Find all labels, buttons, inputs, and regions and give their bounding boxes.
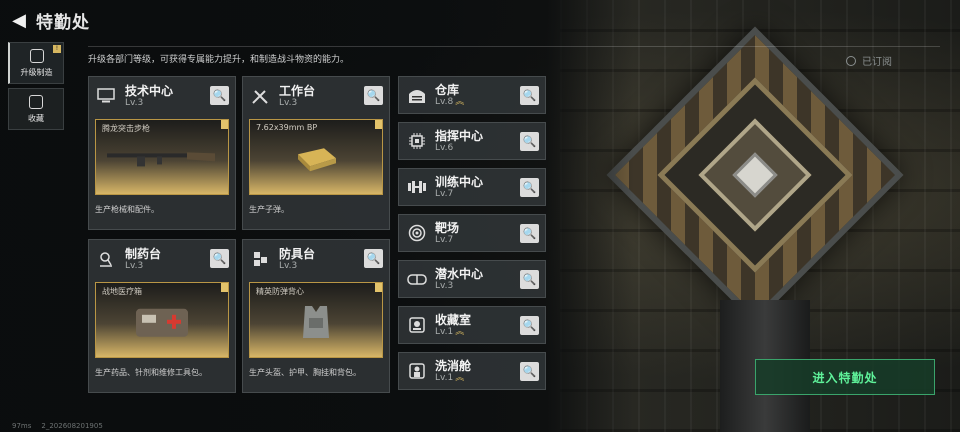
search-icon[interactable]: 🔍 (520, 316, 539, 335)
dept-decon-chamber[interactable]: 洗消舱 Lv.1 ︽ 🔍 (398, 352, 546, 390)
subscribed-status: 已订阅 (846, 53, 892, 68)
dept-warehouse[interactable]: 仓库 Lv.8 ︽ 🔍 (398, 76, 546, 114)
product-name: 精英防弹背心 (256, 287, 304, 296)
dept-name: 收藏室 (435, 312, 472, 327)
dept-name: 仓库 (435, 82, 460, 97)
subscribed-icon (846, 55, 856, 66)
dept-level: Lv.3 (435, 280, 454, 291)
dumbbell-icon (405, 176, 429, 198)
card-tech-center[interactable]: 技术中心 Lv.3 🔍 腾龙突击步枪 生产枪械和配件。 (88, 76, 236, 230)
product-slot[interactable]: 7.62x39mm BP (249, 119, 383, 195)
search-icon[interactable]: 🔍 (520, 132, 539, 151)
upgrade-available-icon: ︽ (455, 96, 465, 107)
card-name: 技术中心 (125, 83, 174, 98)
card-level: Lv.3 (279, 97, 298, 108)
dept-training-center[interactable]: 训练中心 Lv.7 🔍 (398, 168, 546, 206)
card-name: 防具台 (279, 246, 316, 261)
product-name: 腾龙突击步枪 (102, 124, 150, 133)
dept-level: Lv.1 (435, 326, 454, 337)
ping-readout: 97ms (12, 422, 32, 430)
dept-name: 靶场 (435, 220, 460, 235)
diving-icon (405, 268, 429, 290)
card-level: Lv.3 (279, 260, 298, 271)
upgrade-available-icon: ︽ (455, 326, 465, 337)
card-description: 生产药品、针剂和维修工具包。 (95, 368, 207, 377)
left-sidebar: 升级制造 ! 收藏 (8, 42, 64, 134)
armor-icon (249, 248, 271, 270)
card-level: Lv.3 (125, 97, 144, 108)
notice-flag: ! (53, 45, 61, 53)
status-footer: 97ms 2_202608201905 (12, 422, 103, 430)
collection-icon (29, 94, 43, 109)
dept-level: Lv.1 (435, 372, 454, 383)
dept-name: 指挥中心 (435, 128, 484, 143)
card-workbench[interactable]: 工作台 Lv.3 🔍 7.62x39mm BP 生产子弹。 (242, 76, 390, 230)
search-icon[interactable]: 🔍 (520, 362, 539, 381)
search-icon[interactable]: 🔍 (520, 270, 539, 289)
build-id: 2_202608201905 (41, 422, 103, 430)
card-description: 生产子弹。 (249, 205, 289, 214)
page-title: 特勤处 (36, 12, 90, 33)
search-icon[interactable]: 🔍 (520, 224, 539, 243)
card-name: 制药台 (125, 246, 162, 261)
card-level: Lv.3 (125, 260, 144, 271)
ammo-box-image (294, 144, 338, 176)
warehouse-icon (405, 84, 429, 106)
search-icon[interactable]: 🔍 (520, 178, 539, 197)
product-name: 战地医疗箱 (102, 287, 142, 296)
notice-flag (375, 283, 382, 292)
collection-room-icon (405, 314, 429, 336)
card-description: 生产枪械和配件。 (95, 205, 159, 214)
dept-diving-center[interactable]: 潜水中心 Lv.3 🔍 (398, 260, 546, 298)
dept-command-center[interactable]: 指挥中心 Lv.6 🔍 (398, 122, 546, 160)
product-slot[interactable]: 精英防弹背心 (249, 282, 383, 358)
product-name: 7.62x39mm BP (256, 123, 318, 132)
search-icon[interactable]: 🔍 (364, 249, 383, 268)
search-icon[interactable]: 🔍 (210, 249, 229, 268)
top-header: ◀ 特勤处 (0, 0, 560, 40)
sidebar-item-collection[interactable]: 收藏 (8, 88, 64, 130)
card-description: 生产头盔、护甲、胸挂和背包。 (249, 368, 361, 377)
upgrade-available-icon: ︽ (455, 372, 465, 383)
product-slot[interactable]: 战地医疗箱 (95, 282, 229, 358)
dept-collection-room[interactable]: 收藏室 Lv.1 ︽ 🔍 (398, 306, 546, 344)
search-icon[interactable]: 🔍 (364, 86, 383, 105)
enter-special-ops-button[interactable]: 进入特勤处 (755, 359, 935, 395)
rifle-image (107, 147, 217, 171)
medkit-image (134, 305, 190, 343)
card-name: 工作台 (279, 83, 316, 98)
dept-name: 训练中心 (435, 174, 484, 189)
dept-level: Lv.8 (435, 96, 454, 107)
dept-level: Lv.7 (435, 188, 454, 199)
dept-level: Lv.7 (435, 234, 454, 245)
chip-icon (405, 130, 429, 152)
dept-name: 潜水中心 (435, 266, 484, 281)
search-icon[interactable]: 🔍 (210, 86, 229, 105)
page-description: 升级各部门等级，可获得专属能力提升，和制造战斗物资的能力。 (88, 55, 350, 65)
product-slot[interactable]: 腾龙突击步枪 (95, 119, 229, 195)
upgrade-icon (29, 48, 44, 63)
sidebar-item-upgrade[interactable]: 升级制造 ! (8, 42, 64, 84)
computer-icon (95, 85, 117, 107)
header-divider (88, 46, 940, 47)
notice-flag (221, 120, 228, 129)
microscope-icon (95, 248, 117, 270)
dept-level: Lv.6 (435, 142, 454, 153)
back-button[interactable]: ◀ (6, 5, 32, 35)
search-icon[interactable]: 🔍 (520, 86, 539, 105)
dept-name: 洗消舱 (435, 358, 472, 373)
decon-icon (405, 360, 429, 382)
notice-flag (375, 120, 382, 129)
vest-image (301, 304, 331, 344)
card-pharmacy[interactable]: 制药台 Lv.3 🔍 战地医疗箱 生产药品、针剂和维修工具包。 (88, 239, 236, 393)
dept-shooting-range[interactable]: 靶场 Lv.7 🔍 (398, 214, 546, 252)
notice-flag (221, 283, 228, 292)
card-armor-bench[interactable]: 防具台 Lv.3 🔍 精英防弹背心 生产头盔、护甲、胸挂和背包。 (242, 239, 390, 393)
tools-icon (249, 85, 271, 107)
target-icon (405, 222, 429, 244)
